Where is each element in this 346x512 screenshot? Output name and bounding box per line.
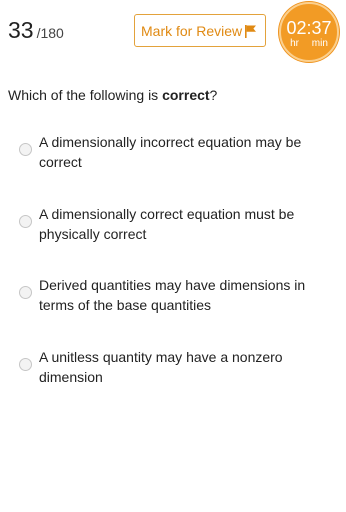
question-number: 33 — [8, 17, 34, 43]
radio-button[interactable] — [19, 215, 32, 228]
radio-button[interactable] — [19, 358, 32, 371]
mark-for-review-label: Mark for Review — [141, 22, 243, 39]
question-text: Which of the following is correct? — [8, 87, 217, 103]
radio-button[interactable] — [19, 143, 32, 156]
header-bar: 33/180 Mark for Review 02:37 hr min — [0, 0, 346, 70]
answer-option-text: A dimensionally correct equation must be… — [39, 206, 295, 242]
answer-option-text: A dimensionally incorrect equation may b… — [39, 134, 302, 170]
answer-option-text: Derived quantities may have dimensions i… — [39, 277, 306, 313]
question-prefix: Which of the following is — [8, 87, 163, 103]
timer-units: hr min — [281, 38, 337, 50]
countdown-timer: 02:37 hr min — [279, 2, 339, 62]
timer-hours-label: hr — [290, 38, 299, 49]
radio-button[interactable] — [19, 286, 32, 299]
question-counter: 33/180 — [8, 17, 64, 44]
answer-option-text: A unitless quantity may have a nonzero d… — [39, 349, 283, 385]
question-total: /180 — [36, 25, 64, 41]
flag-icon — [245, 25, 256, 38]
question-suffix: ? — [209, 87, 218, 103]
timer-minutes-label: min — [311, 38, 328, 49]
timer-time: 02:37 — [286, 18, 332, 38]
mark-for-review-button[interactable]: Mark for Review — [134, 14, 266, 47]
question-emphasis: correct — [162, 87, 210, 103]
